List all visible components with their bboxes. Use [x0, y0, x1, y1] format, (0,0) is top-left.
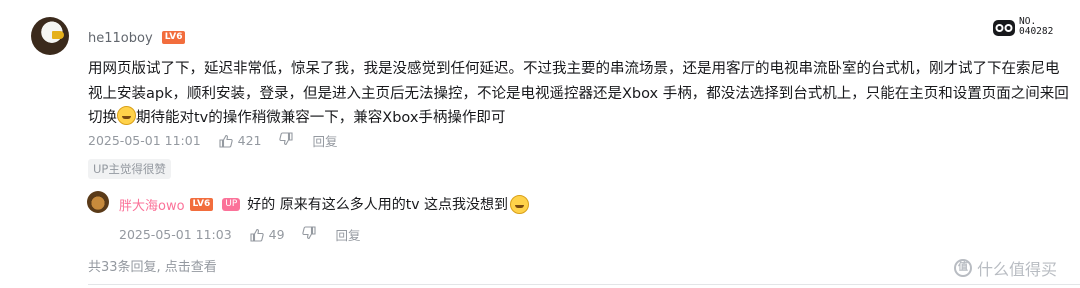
- comment-time: 2025-05-01 11:01: [88, 133, 201, 148]
- badge-number: 040282: [1019, 26, 1054, 37]
- reply-time: 2025-05-01 11:03: [119, 227, 232, 242]
- comment-text-segment: 切换: [88, 110, 117, 126]
- reply-username[interactable]: 胖大海owo: [119, 195, 185, 214]
- comment-text-segment: 期待能对tv的操作稍微兼容一下，兼容Xbox手柄操作即可: [136, 110, 506, 126]
- fan-number-badge: NO. 040282: [992, 17, 1053, 37]
- reply-like-button[interactable]: 49: [250, 227, 285, 242]
- comment-text-line: 切换 期待能对tv的操作稍微兼容一下，兼容Xbox手柄操作即可: [88, 106, 1073, 131]
- view-more-replies-link[interactable]: 共33条回复, 点击查看: [88, 256, 217, 275]
- comment-meta: 2025-05-01 11:01 421 回复: [88, 131, 338, 150]
- like-button[interactable]: 421: [219, 133, 262, 148]
- comment-text-line: 视上安装apk，顺利安装，登录，但是进入主页后无法操控，不论是电视遥控器还是Xb…: [88, 85, 1069, 102]
- watermark: 值 什么值得买: [954, 256, 1057, 280]
- thumbs-down-icon: [278, 132, 293, 146]
- like-count: 421: [237, 133, 262, 148]
- reply-level-badge: LV6: [189, 197, 214, 211]
- reply-like-count: 49: [268, 227, 285, 242]
- thumbs-up-icon: [250, 228, 264, 242]
- thumbs-up-icon: [219, 134, 233, 148]
- comment-text-line: 用网页版试了下，延迟非常低，惊呆了我，我是没感觉到任何延迟。不过我主要的串流场景…: [88, 61, 1060, 77]
- dislike-button[interactable]: [278, 132, 293, 149]
- reply-avatar[interactable]: [87, 191, 109, 213]
- reply-text: 好的 原来有这么多人用的tv 这点我没想到: [247, 197, 508, 213]
- smzdm-logo-icon: 值: [954, 259, 972, 277]
- reply-dislike-button[interactable]: [301, 226, 316, 243]
- comment-header: he11oboy LV6: [88, 27, 186, 46]
- reply-reply-button[interactable]: 回复: [336, 225, 361, 244]
- laughing-emoji-icon: [117, 106, 136, 125]
- watermark-text: 什么值得买: [977, 260, 1058, 279]
- reply-meta: 2025-05-01 11:03 49 回复: [119, 225, 361, 244]
- comment-text: 用网页版试了下，延迟非常低，惊呆了我，我是没感觉到任何延迟。不过我主要的串流场景…: [88, 57, 1073, 131]
- thumbs-down-icon: [301, 226, 316, 240]
- user-avatar[interactable]: [31, 17, 69, 55]
- up-liked-tag: UP主觉得很赞: [88, 159, 171, 179]
- up-badge: UP: [222, 197, 241, 211]
- reply-button[interactable]: 回复: [313, 131, 338, 150]
- owl-badge-icon: [993, 20, 1015, 36]
- reply-row: 胖大海owo LV6 UP 好的 原来有这么多人用的tv 这点我没想到: [119, 194, 529, 214]
- divider: [88, 284, 1080, 285]
- user-level-badge: LV6: [161, 31, 186, 44]
- laughing-emoji-icon: [509, 194, 529, 214]
- comment-username[interactable]: he11oboy: [88, 31, 153, 46]
